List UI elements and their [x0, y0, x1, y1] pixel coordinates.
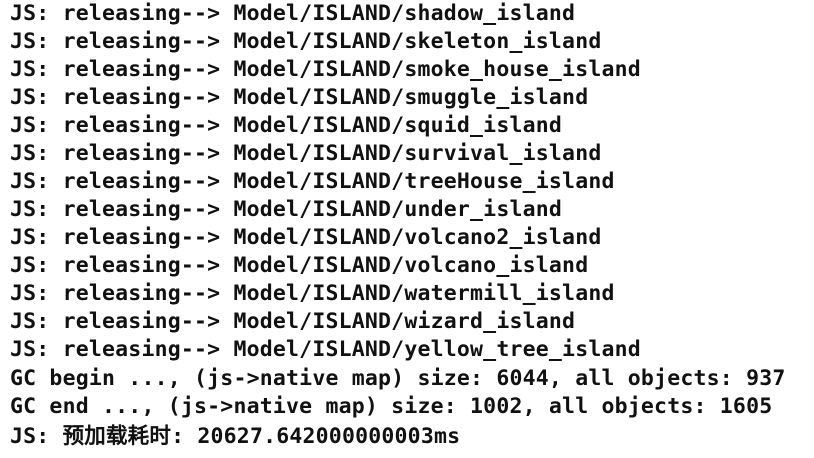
log-line: JS: releasing--> Model/ISLAND/under_isla… — [10, 197, 563, 222]
log-line: JS: releasing--> Model/ISLAND/yellow_tre… — [10, 337, 641, 362]
log-line: JS: releasing--> Model/ISLAND/smoke_hous… — [10, 57, 641, 82]
log-line: JS: releasing--> Model/ISLAND/survival_i… — [10, 141, 602, 166]
log-line: JS: releasing--> Model/ISLAND/volcano2_i… — [10, 225, 602, 250]
log-line: JS: releasing--> Model/ISLAND/shadow_isl… — [10, 1, 576, 26]
log-line: JS: releasing--> Model/ISLAND/treeHouse_… — [10, 169, 615, 194]
gc-end-line: GC end ..., (js->native map) size: 1002,… — [10, 394, 773, 419]
gc-begin-line: GC begin ..., (js->native map) size: 604… — [10, 366, 786, 391]
log-line: JS: releasing--> Model/ISLAND/volcano_is… — [10, 253, 589, 278]
log-line: JS: releasing--> Model/ISLAND/smuggle_is… — [10, 85, 589, 110]
preload-time-line: JS: 预加载耗时: 20627.642000000003ms — [10, 424, 461, 449]
log-line: JS: releasing--> Model/ISLAND/wizard_isl… — [10, 309, 576, 334]
log-line: JS: releasing--> Model/ISLAND/watermill_… — [10, 281, 615, 306]
console-output: JS: releasing--> Model/ISLAND/shadow_isl… — [0, 0, 814, 458]
log-line: JS: releasing--> Model/ISLAND/squid_isla… — [10, 113, 563, 138]
log-line: JS: releasing--> Model/ISLAND/skeleton_i… — [10, 29, 602, 54]
